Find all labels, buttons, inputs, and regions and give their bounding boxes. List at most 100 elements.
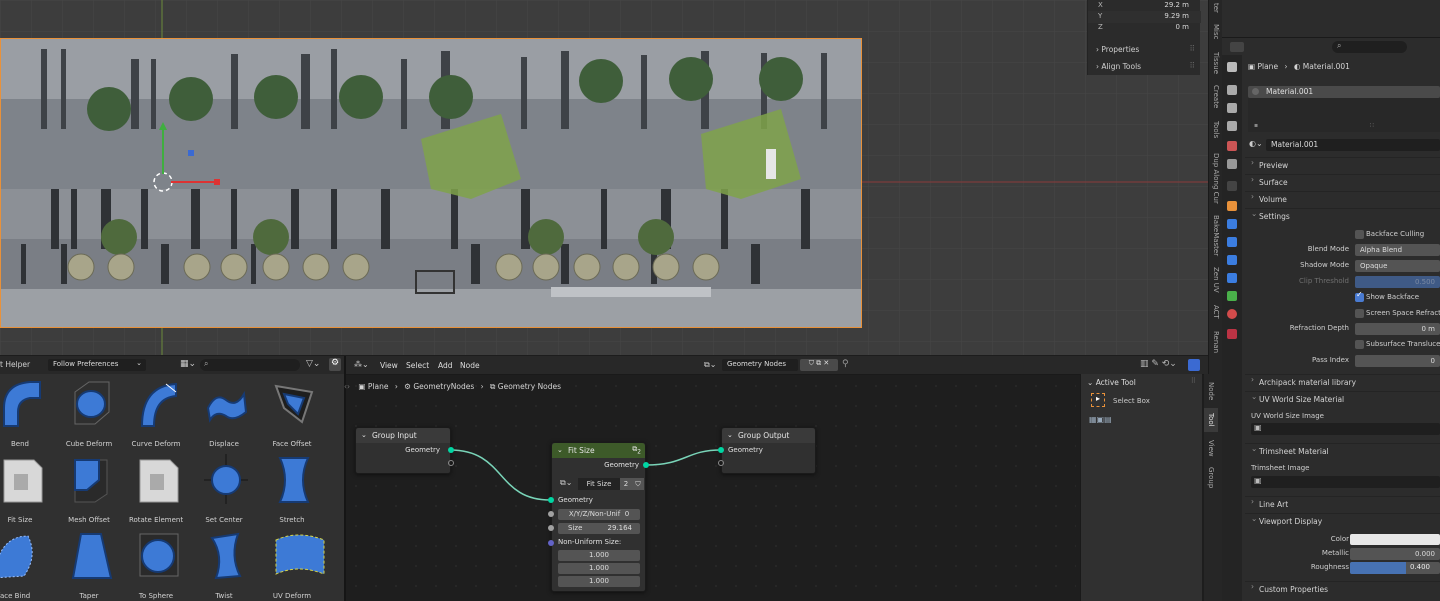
- show-backface-checkbox[interactable]: [1355, 290, 1364, 302]
- modifier-rotate-element[interactable]: Rotate Element: [124, 452, 188, 524]
- modifier-to-sphere[interactable]: To Sphere: [124, 528, 188, 600]
- group-input-node[interactable]: ⌄ Group Input Geometry: [355, 427, 454, 474]
- pin-icon[interactable]: ⚲: [842, 359, 849, 369]
- tool-icon[interactable]: [1227, 62, 1237, 72]
- uv-world-size-section[interactable]: ⌄ UV World Size Material: [1245, 391, 1440, 406]
- node-header[interactable]: ⌄ Group Output: [722, 428, 815, 443]
- render-icon[interactable]: [1227, 85, 1237, 95]
- modifier-stretch[interactable]: Stretch: [260, 452, 324, 524]
- surface-section[interactable]: › Surface: [1245, 174, 1440, 189]
- view-layer-icon[interactable]: [1227, 121, 1237, 131]
- tab-tissue[interactable]: Tissue: [1209, 48, 1223, 78]
- preferences-dropdown[interactable]: Follow Preferences ⌄: [48, 359, 146, 371]
- viewport-display-section[interactable]: ⌄ Viewport Display: [1245, 513, 1440, 528]
- node-header[interactable]: ⌄ Group Input: [356, 428, 450, 443]
- tab-create[interactable]: Create: [1209, 82, 1223, 112]
- section-header[interactable]: ⌄ Active Tool: [1087, 378, 1136, 387]
- material-icon[interactable]: [1227, 309, 1237, 319]
- filter-icon[interactable]: ▽⌄: [306, 359, 320, 369]
- search-input[interactable]: ⌕: [1332, 41, 1407, 53]
- 3d-viewport[interactable]: X 29.2 m Y 9.29 m Z 0 m › Properties ⠿ › Ali…: [0, 0, 1208, 355]
- tab-tool[interactable]: Tool: [1204, 408, 1218, 432]
- pass-index-field[interactable]: 0: [1355, 355, 1440, 367]
- nonuniform-z-field[interactable]: 1.000: [558, 576, 640, 587]
- selection-mode-icons[interactable]: ▦▣▤: [1089, 415, 1123, 426]
- group-name-field[interactable]: Fit Size: [578, 478, 620, 490]
- tab-act[interactable]: ACT: [1209, 300, 1223, 324]
- subsurface-checkbox[interactable]: [1355, 340, 1364, 349]
- output-icon[interactable]: [1227, 103, 1237, 113]
- tab-group[interactable]: Group: [1204, 464, 1218, 492]
- grid-view-icon[interactable]: ▦⌄: [180, 359, 196, 369]
- modifier-taper[interactable]: Taper: [57, 528, 121, 600]
- collection-icon[interactable]: [1227, 181, 1237, 191]
- blend-mode-dropdown[interactable]: Alpha Blend: [1355, 244, 1440, 256]
- fit-size-node[interactable]: ⌄ Fit Size ⧉2 Geometry ⧉⌄ Fit Size 2 ⛉ G…: [548, 442, 649, 592]
- tab-node[interactable]: Node: [1204, 378, 1218, 404]
- roughness-slider[interactable]: 0.400: [1350, 562, 1440, 574]
- axis-value[interactable]: 29.2 m: [1164, 1, 1189, 9]
- drag-handle-icon[interactable]: ⠿: [1190, 61, 1196, 70]
- mode-field[interactable]: X/Y/Z/Non-Unif 0: [558, 509, 640, 520]
- empty-input-socket[interactable]: [718, 460, 724, 466]
- node-tree-browse-icon[interactable]: ⧉⌄: [704, 360, 716, 370]
- gear-icon[interactable]: ⚙: [329, 358, 341, 371]
- geometry-input-socket[interactable]: [718, 447, 724, 453]
- empty-output-socket[interactable]: [448, 460, 454, 466]
- rendered-facade-plane[interactable]: [0, 38, 862, 328]
- material-browse-icon[interactable]: ◐⌄: [1249, 139, 1263, 148]
- menu-add[interactable]: Add: [438, 361, 453, 370]
- uv-world-size-image-field[interactable]: ▣: [1251, 423, 1440, 435]
- tab-zen-uv[interactable]: Zen UV: [1209, 264, 1223, 296]
- list-handle-icon[interactable]: ▪: [1254, 122, 1258, 129]
- trimsheet-image-field[interactable]: ▣: [1251, 476, 1440, 488]
- trimsheet-section[interactable]: ⌄ Trimsheet Material: [1245, 443, 1440, 458]
- backface-culling-checkbox[interactable]: [1355, 230, 1364, 239]
- modifier-face-offset[interactable]: Face Offset: [260, 376, 324, 448]
- modifier-search-input[interactable]: ⌕: [200, 359, 300, 371]
- line-art-section[interactable]: › Line Art: [1245, 496, 1440, 511]
- modifier-set-center[interactable]: Set Center: [192, 452, 256, 524]
- data-icon[interactable]: [1227, 291, 1237, 301]
- node-header[interactable]: ⌄ Fit Size ⧉2: [552, 443, 645, 458]
- modifier-mesh-offset[interactable]: Mesh Offset: [57, 452, 121, 524]
- physics-icon[interactable]: [1227, 255, 1237, 265]
- mode-input-socket[interactable]: [548, 511, 554, 517]
- nonuniform-x-field[interactable]: 1.000: [558, 550, 640, 561]
- archipack-section[interactable]: › Archipack material library: [1245, 374, 1440, 389]
- breadcrumb-material[interactable]: Material.001: [1303, 62, 1350, 71]
- size-field[interactable]: Size 29.164: [558, 523, 640, 534]
- modifier-twist[interactable]: Twist: [192, 528, 256, 600]
- modifier-icon[interactable]: [1227, 219, 1237, 229]
- nonuniform-input-socket[interactable]: [548, 540, 554, 546]
- 3d-cursor-gizmo[interactable]: [148, 118, 228, 198]
- overlay-icons[interactable]: ▥ ✎ ⟲⌄: [1140, 359, 1180, 371]
- editor-type-icon[interactable]: [1230, 42, 1244, 52]
- user-count[interactable]: 2: [620, 478, 632, 490]
- material-name-field[interactable]: Material.001: [1266, 139, 1440, 151]
- properties-section[interactable]: › Properties ⠿: [1088, 43, 1201, 57]
- resize-handle-icon[interactable]: ∷: [1370, 122, 1374, 129]
- align-tools-section[interactable]: › Align Tools ⠿: [1088, 60, 1201, 74]
- modifier-cube-deform[interactable]: Cube Deform: [57, 376, 121, 448]
- constraints-icon[interactable]: [1227, 273, 1237, 283]
- tab-view[interactable]: View: [1204, 436, 1218, 460]
- modifier-displace[interactable]: Displace: [192, 376, 256, 448]
- particles-icon[interactable]: [1227, 237, 1237, 247]
- geometry-output-socket[interactable]: [448, 447, 454, 453]
- breadcrumb-object[interactable]: Plane: [1257, 62, 1278, 71]
- settings-section[interactable]: ⌄ Settings: [1245, 208, 1440, 223]
- shadow-mode-dropdown[interactable]: Opaque: [1355, 260, 1440, 272]
- node-tree-browse-icon[interactable]: ⧉⌄: [560, 478, 572, 488]
- group-datablock[interactable]: ⧉⌄ Fit Size 2 ⛉: [560, 478, 644, 490]
- fake-user-icon[interactable]: ⛉: [632, 478, 644, 490]
- group-output-node[interactable]: ⌄ Group Output Geometry: [718, 427, 816, 474]
- custom-properties-section[interactable]: › Custom Properties: [1245, 581, 1440, 596]
- volume-section[interactable]: › Volume: [1245, 191, 1440, 206]
- tab-bakemaster[interactable]: BakeMaster: [1209, 212, 1223, 260]
- geometry-input-socket[interactable]: [548, 497, 554, 503]
- material-datablock[interactable]: ◐⌄ Material.001: [1248, 139, 1440, 151]
- size-input-socket[interactable]: [548, 525, 554, 531]
- snap-icon[interactable]: [1188, 359, 1200, 371]
- node-tree-name-field[interactable]: Geometry Nodes: [722, 359, 798, 371]
